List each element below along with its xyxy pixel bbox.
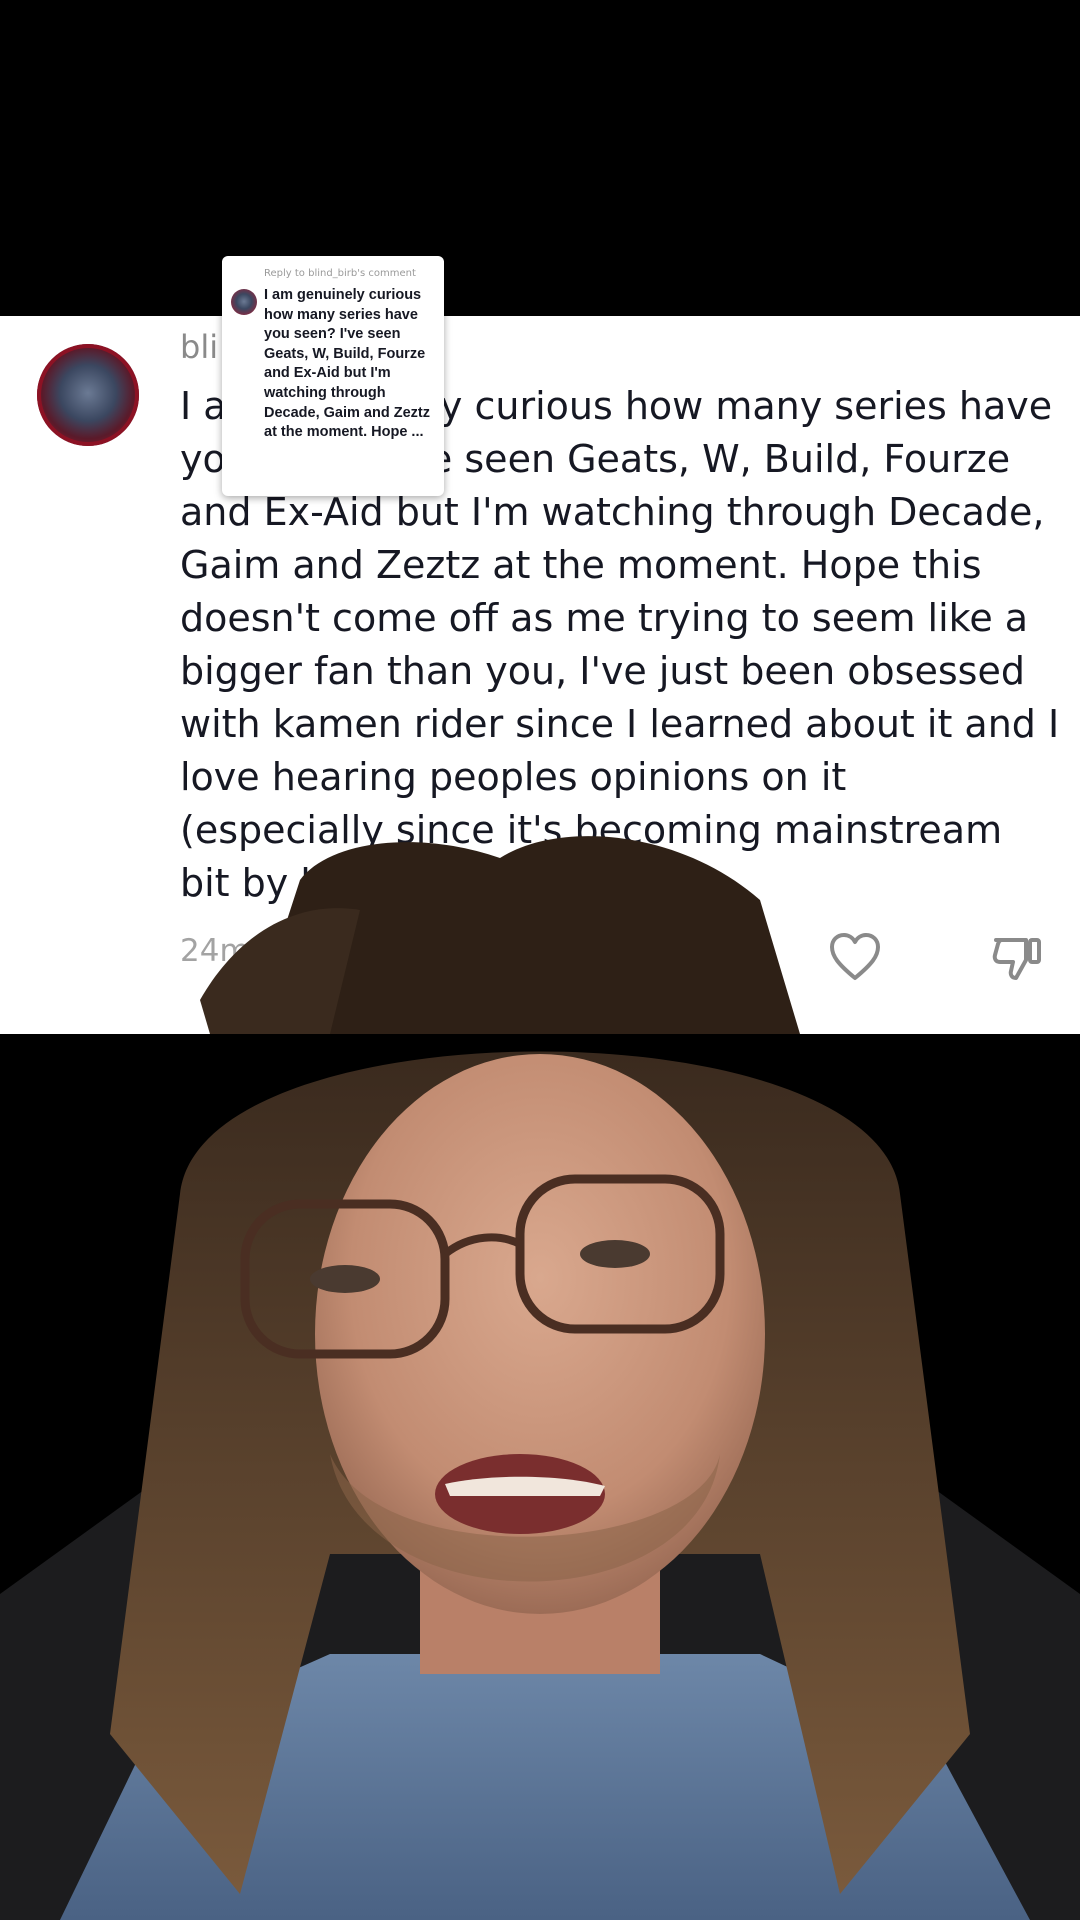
reply-avatar (231, 289, 257, 315)
thumbs-down-icon[interactable] (990, 932, 1044, 982)
heart-icon[interactable] (828, 932, 882, 982)
reply-button[interactable]: R (296, 933, 320, 969)
video-frame[interactable] (0, 1034, 1080, 1920)
comment-timestamp: 24m (180, 933, 250, 969)
reply-header: Reply to blind_birb's comment (264, 268, 416, 279)
comment-username[interactable]: bli (180, 328, 218, 366)
commenter-avatar[interactable] (37, 344, 139, 446)
reply-bubble[interactable]: Reply to blind_birb's comment I am genui… (222, 256, 444, 496)
person-figure (0, 1034, 1080, 1920)
reply-text: I am genuinely curious how many series h… (264, 287, 430, 441)
